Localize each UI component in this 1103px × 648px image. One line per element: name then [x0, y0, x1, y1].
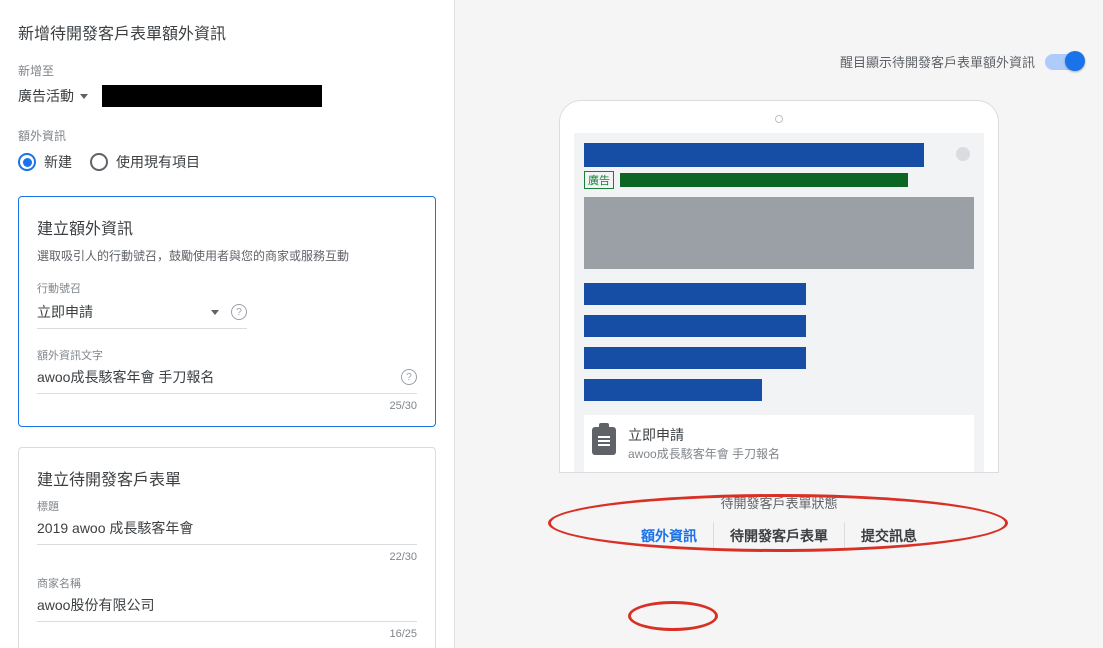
- ad-badge: 廣告: [584, 171, 614, 189]
- preview-line: [584, 283, 806, 305]
- radio-existing[interactable]: 使用現有項目: [90, 152, 200, 172]
- card-build-form: 建立待開發客戶表單 標題 22/30 商家名稱 16/25: [18, 447, 436, 648]
- business-counter: 16/25: [37, 628, 417, 640]
- preview-line: [584, 315, 806, 337]
- clipboard-icon: [592, 427, 616, 455]
- preview-cta-main: 立即申請: [628, 425, 780, 445]
- radio-icon: [18, 153, 36, 171]
- annotation-oval-preview: [548, 494, 1008, 552]
- headline-counter: 22/30: [37, 551, 417, 563]
- chevron-down-icon: [80, 94, 88, 99]
- chevron-down-icon: [211, 310, 219, 315]
- headline-label: 標題: [37, 498, 417, 514]
- camera-icon: [775, 115, 783, 123]
- radio-new-label: 新建: [44, 152, 72, 172]
- cta-select[interactable]: 立即申請 ?: [37, 302, 247, 329]
- card-subtitle: 選取吸引人的行動號召，鼓勵使用者與您的商家或服務互動: [37, 247, 417, 264]
- help-icon[interactable]: ?: [401, 369, 417, 385]
- headline-input[interactable]: [37, 520, 417, 536]
- preview-url-bar: [620, 173, 908, 187]
- annotation-oval-tab: [628, 601, 718, 631]
- card-title: 建立額外資訊: [37, 215, 417, 239]
- preview-line: [584, 347, 806, 369]
- level-dropdown[interactable]: 廣告活動: [18, 86, 88, 106]
- extension-text-counter: 25/30: [37, 400, 417, 412]
- preview-line: [584, 379, 762, 401]
- preview-headline-bar: [584, 143, 924, 167]
- preview-description-block: [584, 197, 974, 269]
- redacted-campaign-name: [102, 85, 322, 107]
- page-title: 新增待開發客戶表單額外資訊: [18, 20, 436, 44]
- preview-cta-row: 立即申請 awoo成長駭客年會 手刀報名: [584, 415, 974, 472]
- extension-text-input[interactable]: [37, 369, 417, 385]
- business-label: 商家名稱: [37, 575, 417, 591]
- radio-new[interactable]: 新建: [18, 152, 72, 172]
- business-input[interactable]: [37, 597, 417, 613]
- level-dropdown-value: 廣告活動: [18, 86, 74, 106]
- help-icon[interactable]: ?: [231, 304, 247, 320]
- extension-text-label: 額外資訊文字: [37, 347, 417, 363]
- radio-existing-label: 使用現有項目: [116, 152, 200, 172]
- device-preview: 廣告 立即申請 awoo成長駭客年會 手刀報名: [559, 100, 999, 473]
- card-build-extension: 建立額外資訊 選取吸引人的行動號召，鼓勵使用者與您的商家或服務互動 行動號召 立…: [18, 196, 436, 427]
- add-to-label: 新增至: [18, 62, 436, 79]
- info-icon: [956, 147, 970, 161]
- extra-section-label: 額外資訊: [18, 127, 436, 144]
- preview-toggle-label: 醒目顯示待開發客戶表單額外資訊: [840, 52, 1035, 71]
- cta-label: 行動號召: [37, 280, 417, 296]
- card-title: 建立待開發客戶表單: [37, 466, 417, 490]
- preview-cta-sub: awoo成長駭客年會 手刀報名: [628, 445, 780, 462]
- radio-icon: [90, 153, 108, 171]
- cta-select-value: 立即申請: [37, 302, 199, 322]
- preview-toggle[interactable]: [1045, 54, 1083, 70]
